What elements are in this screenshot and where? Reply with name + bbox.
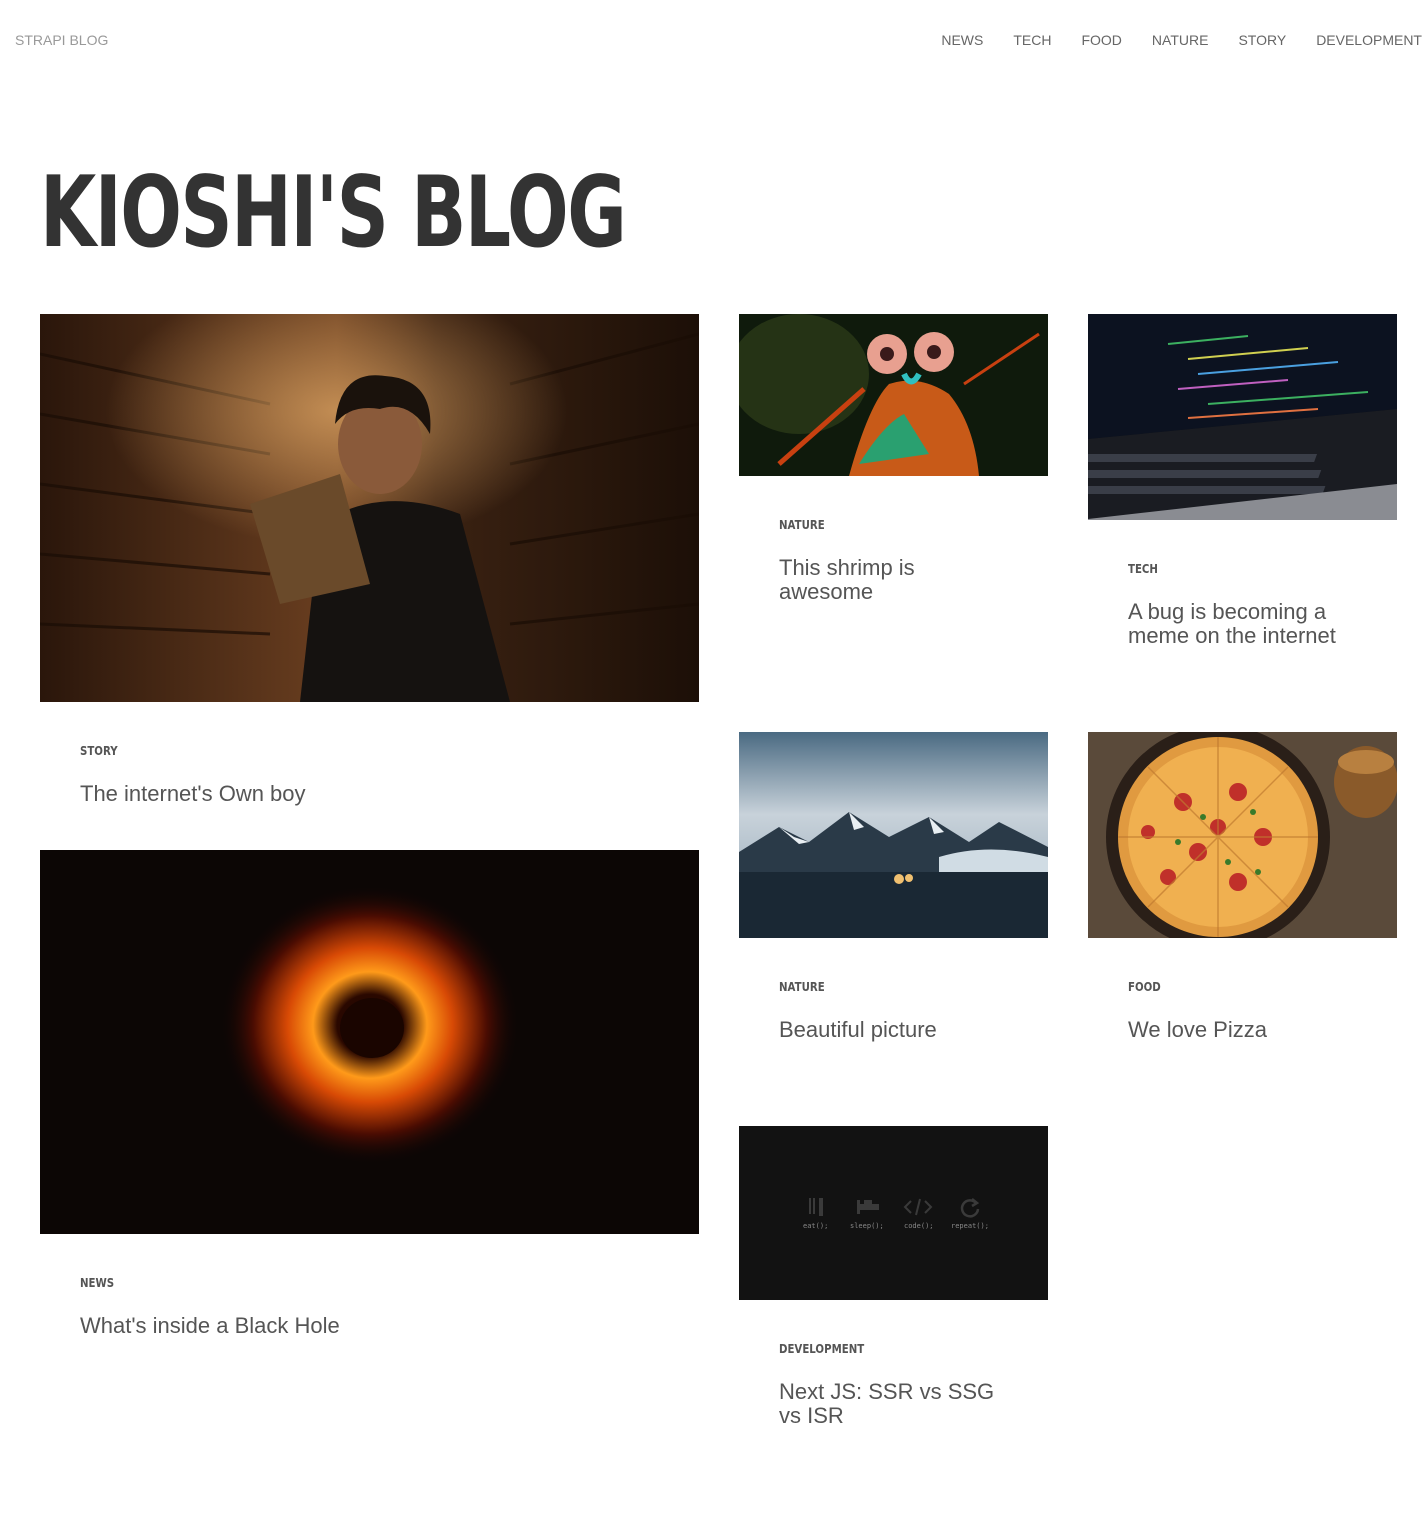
brand-link[interactable]: STRAPI BLOG — [15, 32, 108, 48]
top-navbar: STRAPI BLOG NEWS TECH FOOD NATURE STORY … — [0, 0, 1422, 80]
nav-development[interactable]: DEVELOPMENT — [1316, 32, 1422, 48]
dev-label-sleep: sleep(); — [850, 1222, 884, 1230]
nav-story[interactable]: STORY — [1238, 32, 1286, 48]
article-card-tech[interactable]: TECH A bug is becoming a meme on the int… — [1088, 314, 1397, 648]
article-image: eat(); sleep(); code(); repeat(); — [739, 1126, 1048, 1300]
nav-food[interactable]: FOOD — [1081, 32, 1121, 48]
article-category: STORY — [80, 744, 118, 758]
article-category: NATURE — [779, 518, 825, 532]
article-category: NATURE — [779, 980, 825, 994]
article-card-news[interactable]: NEWS What's inside a Black Hole — [40, 850, 699, 1338]
article-image — [739, 732, 1048, 938]
article-category: DEVELOPMENT — [779, 1342, 865, 1356]
article-category: TECH — [1128, 562, 1158, 576]
article-title: Beautiful picture — [779, 1017, 937, 1042]
article-title: The internet's Own boy — [80, 781, 306, 806]
article-card-food[interactable]: FOOD We love Pizza — [1088, 732, 1397, 1042]
article-title: What's inside a Black Hole — [80, 1313, 340, 1338]
nav-tech[interactable]: TECH — [1013, 32, 1051, 48]
nav-nature[interactable]: NATURE — [1152, 32, 1209, 48]
article-card-development[interactable]: eat(); sleep(); code(); repeat(); DEVELO… — [739, 1126, 1048, 1428]
article-title: Next JS: SSR vs SSG vs ISR — [779, 1379, 995, 1428]
article-image — [1088, 732, 1397, 938]
article-category: NEWS — [80, 1276, 115, 1290]
article-card-landscape[interactable]: NATURE Beautiful picture — [739, 732, 1048, 1042]
page-title: KIOSHI'S BLOG — [40, 156, 627, 270]
article-title: A bug is becoming a meme on the internet — [1128, 599, 1336, 648]
article-category: FOOD — [1128, 980, 1161, 994]
dev-label-eat: eat(); — [803, 1222, 828, 1230]
category-nav: NEWS TECH FOOD NATURE STORY DEVELOPMENT — [911, 32, 1422, 48]
dev-label-code: code(); — [904, 1222, 934, 1230]
article-card-shrimp[interactable]: NATURE This shrimp is awesome — [739, 314, 1048, 604]
article-image — [1088, 314, 1397, 520]
article-image — [739, 314, 1048, 476]
article-title: We love Pizza — [1128, 1017, 1267, 1042]
article-card-story[interactable]: STORY The internet's Own boy — [40, 314, 699, 806]
dev-label-repeat: repeat(); — [951, 1222, 989, 1230]
article-image — [40, 850, 699, 1234]
nav-news[interactable]: NEWS — [941, 32, 983, 48]
article-image — [40, 314, 699, 702]
article-title: This shrimp is awesome — [779, 555, 915, 604]
